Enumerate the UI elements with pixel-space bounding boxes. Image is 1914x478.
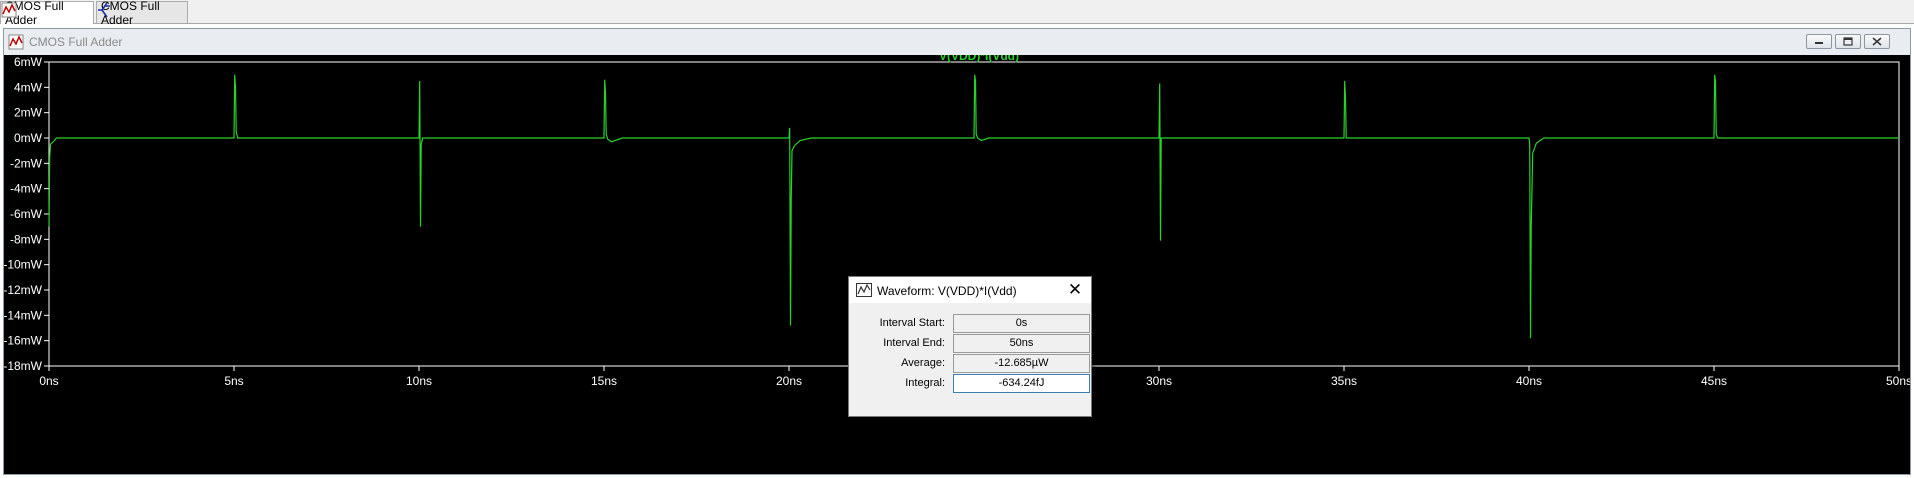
x-tick-label: 35ns — [1331, 374, 1357, 388]
chart-title: V(VDD)*I(Vdd) — [939, 55, 1019, 63]
y-tick-label: 0mW — [14, 131, 43, 145]
close-window-button[interactable] — [1864, 34, 1890, 49]
interval-end-field[interactable]: 50ns — [953, 334, 1090, 353]
average-label: Average: — [901, 357, 945, 369]
document-tab-bar: CMOS Full Adder CMOS Full Adder — [0, 0, 1914, 27]
tab-schematic[interactable]: CMOS Full Adder — [96, 0, 188, 27]
minimize-icon — [1815, 42, 1823, 44]
y-tick-label: -6mW — [10, 207, 43, 221]
interval-start-field[interactable]: 0s — [953, 314, 1090, 333]
dialog-titlebar[interactable]: Waveform: V(VDD)*I(Vdd) ✕ — [849, 277, 1091, 303]
y-tick-label: -18mW — [4, 359, 43, 373]
waveform-plot-icon — [1, 2, 17, 18]
x-tick-label: 50ns — [1886, 374, 1910, 388]
y-tick-label: -8mW — [10, 232, 43, 246]
tab-waveform[interactable]: CMOS Full Adder — [0, 0, 94, 27]
integral-row: Integral: -634.24fJ — [849, 374, 1091, 394]
plot-window-titlebar[interactable]: CMOS Full Adder — [4, 29, 1910, 55]
x-tick-label: 10ns — [406, 374, 432, 388]
tab-label: CMOS Full Adder — [101, 0, 160, 27]
interval-end-label: Interval End: — [883, 337, 945, 349]
close-icon: ✕ — [1067, 280, 1083, 299]
integral-label: Integral: — [905, 377, 945, 389]
interval-start-row: Interval Start: 0s — [849, 314, 1091, 334]
x-tick-label: 45ns — [1701, 374, 1727, 388]
y-tick-label: -2mW — [10, 156, 43, 170]
y-tick-label: -10mW — [4, 258, 43, 272]
schematic-icon — [98, 2, 110, 18]
interval-end-row: Interval End: 50ns — [849, 334, 1091, 354]
y-tick-label: 4mW — [14, 80, 43, 94]
x-tick-label: 0ns — [39, 374, 58, 388]
plot-window-title: CMOS Full Adder — [29, 35, 123, 49]
dialog-close-button[interactable]: ✕ — [1066, 281, 1084, 299]
x-tick-label: 30ns — [1146, 374, 1172, 388]
y-tick-label: 6mW — [14, 55, 43, 69]
y-tick-label: -16mW — [4, 334, 43, 348]
average-row: Average: -12.685µW — [849, 354, 1091, 374]
integral-field[interactable]: -634.24fJ — [953, 374, 1090, 393]
tab-label: CMOS Full Adder — [5, 0, 64, 27]
minimize-button[interactable] — [1806, 34, 1832, 49]
y-tick-label: -4mW — [10, 182, 43, 196]
y-tick-label: 2mW — [14, 106, 43, 120]
waveform-measure-dialog: Waveform: V(VDD)*I(Vdd) ✕ Interval Start… — [848, 276, 1092, 417]
y-tick-label: -14mW — [4, 308, 43, 322]
waveform-plot-icon — [8, 34, 24, 50]
dialog-title: Waveform: V(VDD)*I(Vdd) — [877, 284, 1017, 298]
average-field[interactable]: -12.685µW — [953, 354, 1090, 373]
x-tick-label: 20ns — [776, 374, 802, 388]
restore-icon — [1843, 37, 1853, 46]
measure-waveform-icon — [856, 283, 872, 297]
restore-button[interactable] — [1835, 34, 1861, 49]
y-tick-label: -12mW — [4, 283, 43, 297]
x-tick-label: 5ns — [224, 374, 243, 388]
x-tick-label: 15ns — [591, 374, 617, 388]
interval-start-label: Interval Start: — [879, 317, 945, 329]
x-tick-label: 40ns — [1516, 374, 1542, 388]
close-icon — [1872, 37, 1882, 46]
